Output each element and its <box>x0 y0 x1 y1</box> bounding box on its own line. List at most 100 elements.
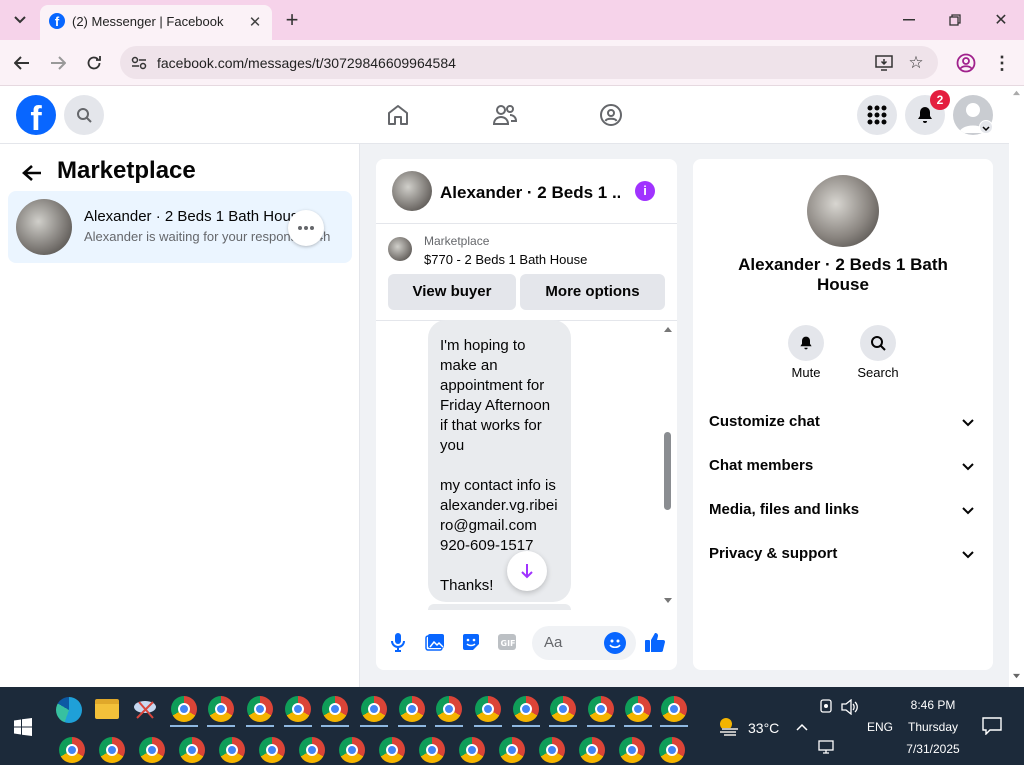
chrome-window-icon[interactable] <box>285 696 311 722</box>
maximize-icon[interactable] <box>941 8 969 32</box>
groups-icon[interactable] <box>597 101 625 129</box>
temperature[interactable]: 33°C <box>748 720 779 736</box>
minimize-icon[interactable] <box>895 8 923 32</box>
snipping-tool-icon[interactable] <box>133 698 157 720</box>
file-explorer-icon[interactable] <box>95 699 119 719</box>
chrome-window-icon[interactable] <box>399 696 425 722</box>
scroll-to-bottom-button[interactable] <box>507 551 547 591</box>
new-tab-icon[interactable]: + <box>280 7 304 32</box>
chrome-window-icon[interactable] <box>299 737 325 763</box>
show-hidden-icons-chevron-icon[interactable] <box>793 718 811 736</box>
chrome-window-icon[interactable] <box>419 737 445 763</box>
chrome-window-icon[interactable] <box>625 696 651 722</box>
clock-date[interactable]: 7/31/2025 <box>880 742 986 756</box>
chrome-window-icon[interactable] <box>659 737 685 763</box>
message-input[interactable]: Aa <box>532 626 636 660</box>
chrome-window-icon[interactable] <box>339 737 365 763</box>
network-icon[interactable] <box>818 739 836 755</box>
section-customize-chat[interactable]: Customize chat <box>709 413 820 430</box>
profile-icon[interactable] <box>954 51 978 75</box>
chrome-window-icon[interactable] <box>459 737 485 763</box>
conversation-item[interactable]: Alexander · 2 Beds 1 Bath House Alexande… <box>8 191 352 263</box>
chevron-down-icon[interactable] <box>960 546 976 562</box>
address-bar[interactable]: facebook.com/messages/t/3072984660996458… <box>120 46 938 79</box>
photo-icon[interactable] <box>424 631 446 653</box>
chrome-window-icon[interactable] <box>436 696 462 722</box>
chrome-window-icon[interactable] <box>208 696 234 722</box>
browser-menu-icon[interactable]: ⋮ <box>990 51 1014 75</box>
gif-icon[interactable]: GIF <box>496 631 518 653</box>
search-chat-button[interactable] <box>860 325 896 361</box>
account-chevron-icon[interactable] <box>979 120 993 134</box>
tab-messenger[interactable]: f (2) Messenger | Facebook ✕ <box>40 5 272 40</box>
search-button[interactable] <box>64 95 104 135</box>
chrome-window-icon[interactable] <box>619 737 645 763</box>
site-settings-icon[interactable] <box>130 54 148 72</box>
chrome-window-icon[interactable] <box>513 696 539 722</box>
notification-center-icon[interactable] <box>982 717 1002 736</box>
chrome-window-icon[interactable] <box>259 737 285 763</box>
section-media-files-links[interactable]: Media, files and links <box>709 501 859 518</box>
chrome-window-icon[interactable] <box>588 696 614 722</box>
menu-button[interactable] <box>857 95 897 135</box>
windows-start-icon[interactable] <box>14 718 32 736</box>
back-icon[interactable] <box>10 51 34 75</box>
friends-icon[interactable] <box>491 101 519 129</box>
clock-day[interactable]: Thursday <box>880 720 986 734</box>
chat-scrollbar-track[interactable] <box>661 322 675 608</box>
section-chat-members[interactable]: Chat members <box>709 457 813 474</box>
chat-title[interactable]: Alexander · 2 Beds 1 ... <box>440 183 620 203</box>
reload-icon[interactable] <box>82 51 106 75</box>
bookmark-star-icon[interactable]: ☆ <box>906 53 926 73</box>
chrome-window-icon[interactable] <box>139 737 165 763</box>
mute-button[interactable] <box>788 325 824 361</box>
facebook-logo-icon[interactable]: f <box>16 95 56 135</box>
chrome-window-icon[interactable] <box>219 737 245 763</box>
more-options-button[interactable]: More options <box>520 274 665 310</box>
section-privacy-support[interactable]: Privacy & support <box>709 545 837 562</box>
chat-scrollbar-thumb[interactable] <box>664 432 671 510</box>
chat-header-avatar[interactable] <box>392 171 432 211</box>
back-arrow-icon[interactable] <box>18 159 46 187</box>
chrome-window-icon[interactable] <box>475 696 501 722</box>
chrome-window-icon[interactable] <box>539 737 565 763</box>
chrome-window-icon[interactable] <box>579 737 605 763</box>
chat-info-button[interactable]: i <box>635 181 655 201</box>
chevron-down-icon[interactable] <box>960 458 976 474</box>
clock-time[interactable]: 8:46 PM <box>880 698 986 712</box>
microphone-icon[interactable] <box>388 631 408 653</box>
chevron-down-icon[interactable] <box>960 502 976 518</box>
volume-icon[interactable] <box>841 698 859 716</box>
chrome-window-icon[interactable] <box>661 696 687 722</box>
chrome-window-icon[interactable] <box>99 737 125 763</box>
like-icon[interactable] <box>643 630 667 654</box>
weather-icon[interactable] <box>716 715 742 737</box>
chrome-window-icon[interactable] <box>379 737 405 763</box>
scroll-down-arrow-icon[interactable] <box>1012 673 1021 680</box>
chrome-window-icon[interactable] <box>361 696 387 722</box>
chrome-window-icon[interactable] <box>499 737 525 763</box>
tab-search-chevron-icon[interactable] <box>6 8 34 32</box>
emoji-icon[interactable] <box>604 632 626 654</box>
edge-icon[interactable] <box>56 697 82 723</box>
chrome-window-icon[interactable] <box>247 696 273 722</box>
chrome-window-icon[interactable] <box>59 737 85 763</box>
scroll-up-arrow-icon[interactable] <box>1012 89 1021 96</box>
page-scrollbar[interactable] <box>1009 86 1024 687</box>
chrome-window-icon[interactable] <box>171 696 197 722</box>
scroll-down-arrow-icon[interactable] <box>663 597 673 605</box>
install-app-icon[interactable] <box>874 53 894 73</box>
close-window-icon[interactable]: ✕ <box>987 8 1015 32</box>
chrome-window-icon[interactable] <box>179 737 205 763</box>
close-tab-icon[interactable]: ✕ <box>246 13 264 31</box>
view-buyer-button[interactable]: View buyer <box>388 274 516 310</box>
forward-icon[interactable] <box>46 51 70 75</box>
scroll-up-arrow-icon[interactable] <box>663 325 673 333</box>
chrome-window-icon[interactable] <box>550 696 576 722</box>
home-icon[interactable] <box>384 101 412 129</box>
conversation-options-button[interactable] <box>288 210 324 246</box>
meet-now-icon[interactable] <box>819 699 833 715</box>
sticker-icon[interactable] <box>460 631 482 653</box>
chevron-down-icon[interactable] <box>960 414 976 430</box>
chrome-window-icon[interactable] <box>322 696 348 722</box>
